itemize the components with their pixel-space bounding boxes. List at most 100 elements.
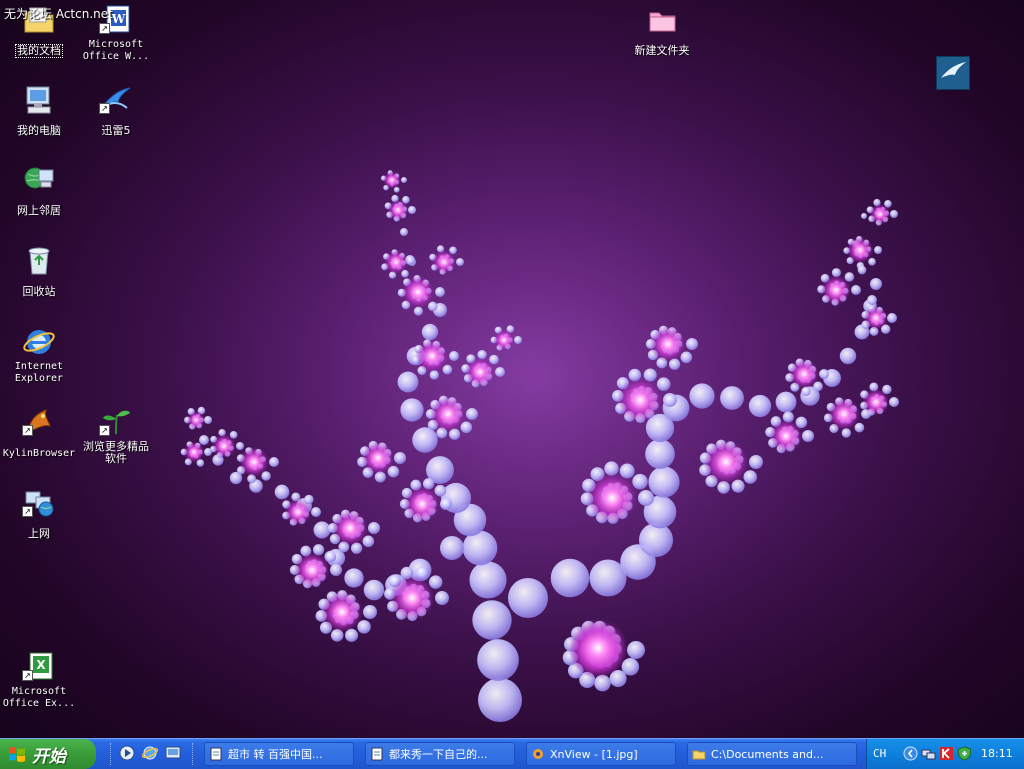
wallpaper-glow <box>387 199 409 221</box>
system-tray: CH 18:11 <box>866 739 1024 769</box>
wallpaper-bead <box>686 338 698 350</box>
desktop-icon-internet-explorer[interactable]: Internet Explorer <box>0 326 78 385</box>
wallpaper-glow <box>361 441 395 475</box>
document-icon <box>371 747 383 761</box>
wallpaper-glow <box>864 306 888 330</box>
wallpaper-bead <box>889 397 899 407</box>
security-shield-icon[interactable] <box>957 746 972 761</box>
wallpaper-bead <box>435 287 445 297</box>
wallpaper-glow <box>821 275 851 305</box>
clock[interactable]: 18:11 <box>981 747 1013 760</box>
wallpaper-bead <box>435 591 449 605</box>
show-desktop-icon[interactable] <box>164 744 182 762</box>
desktop-icon-label: 上网 <box>28 527 50 540</box>
wallpaper-bead <box>472 600 512 640</box>
desktop-icon-xunlei[interactable]: ↗ 迅雷5 <box>77 84 155 138</box>
wallpaper-glow <box>586 472 638 524</box>
wallpaper-bead <box>749 455 763 469</box>
wallpaper-bead <box>311 507 321 517</box>
wallpaper-glow <box>432 250 456 274</box>
taskbar-separator <box>110 743 113 765</box>
wallpaper-glow <box>650 326 686 362</box>
wallpaper-bead <box>638 522 674 558</box>
wallpaper-bead <box>408 206 416 214</box>
desktop-icon-my-computer[interactable]: 我的电脑 <box>0 84 78 138</box>
wallpaper-bead <box>495 367 505 377</box>
desktop-icon-network[interactable]: 网上邻居 <box>0 164 78 218</box>
wallpaper-bead <box>401 177 407 183</box>
wallpaper-bead <box>456 258 464 266</box>
desktop-icon-go-online[interactable]: ↗ 上网 <box>0 487 78 541</box>
wallpaper-glow <box>183 441 205 463</box>
taskbar-button-task-3[interactable]: XnView - [1.jpg] <box>526 742 676 766</box>
wallpaper-glow <box>384 250 408 274</box>
start-button[interactable]: 开始 <box>0 739 96 769</box>
wallpaper-bead <box>508 578 548 618</box>
network-connection-icon[interactable] <box>921 746 936 761</box>
floating-xunlei-widget[interactable] <box>936 56 970 90</box>
desktop-icon-label: 浏览更多精品软件 <box>83 440 149 465</box>
wallpaper-bead <box>720 386 744 410</box>
wallpaper-bead <box>449 351 459 361</box>
wallpaper-glow <box>846 236 874 264</box>
desktop-icon-office-excel[interactable]: X ↗ Microsoft Office Ex... <box>0 651 78 710</box>
internet-explorer-icon[interactable] <box>141 744 159 762</box>
internet-explorer-icon <box>23 330 55 354</box>
wallpaper-bead <box>627 641 645 659</box>
desktop-icon-recycle-bin[interactable]: 回收站 <box>0 245 78 299</box>
wallpaper-glow <box>769 419 803 453</box>
wallpaper-glow <box>401 275 435 309</box>
taskbar: 开始 超市 转 百强中国... 都来秀一下自己的... XnView - [1.… <box>0 738 1024 769</box>
wallpaper-bead <box>204 416 212 424</box>
language-indicator[interactable]: CH <box>873 747 886 760</box>
xnview-icon <box>533 749 543 759</box>
document-icon <box>210 747 222 761</box>
desktop-icon-browse-software[interactable]: ↗ 浏览更多精品软件 <box>77 406 155 466</box>
wallpaper-bead <box>689 383 715 409</box>
wallpaper-glow <box>212 434 236 458</box>
wallpaper-glow <box>294 552 330 588</box>
wallpaper-glow <box>465 357 495 387</box>
show-hidden-icons-icon[interactable] <box>903 746 918 761</box>
wallpaper-bead <box>440 498 452 510</box>
taskbar-button-task-2[interactable]: 都来秀一下自己的... <box>365 742 515 766</box>
taskbar-button-task-4[interactable]: C:\Documents and... <box>687 742 857 766</box>
start-label: 开始 <box>32 746 66 767</box>
wallpaper-glow <box>827 397 861 431</box>
shortcut-arrow-icon: ↗ <box>99 425 110 436</box>
wallpaper-bead <box>330 564 342 576</box>
wallpaper-bead <box>400 398 424 422</box>
pink-folder-icon <box>649 12 676 32</box>
desktop-icon-kylinbrowser[interactable]: ↗ KylinBrowser <box>0 406 78 460</box>
watermark-text: 无为论坛 Actcn.net <box>4 7 113 21</box>
desktop-icon-label: Microsoft Office W... <box>82 39 150 62</box>
wallpaper-bead <box>440 536 464 560</box>
recycle-bin-icon <box>28 247 50 275</box>
wallpaper-bead <box>802 430 814 442</box>
wallpaper-bead <box>466 408 478 420</box>
task-label: 都来秀一下自己的... <box>389 748 488 761</box>
taskbar-button-task-1[interactable]: 超市 转 百强中国... <box>204 742 354 766</box>
wallpaper-bead <box>663 393 677 407</box>
wallpaper-bead <box>514 336 522 344</box>
wallpaper-glow <box>321 591 363 633</box>
network-icon <box>24 167 54 189</box>
folder-icon <box>692 750 706 760</box>
wallpaper-bead <box>344 568 364 588</box>
desktop-icon-label: 我的文档 <box>15 44 63 58</box>
antivirus-k-icon[interactable] <box>939 746 954 761</box>
desktop-icon-label: Internet Explorer <box>14 361 64 384</box>
wallpaper-bead <box>478 678 522 722</box>
wallpaper-bead <box>204 448 212 456</box>
desktop-icon-new-folder[interactable]: 新建文件夹 <box>623 4 701 58</box>
desktop-icon-label: 网上邻居 <box>17 204 61 217</box>
wallpaper-bead <box>397 371 419 393</box>
shortcut-arrow-icon: ↗ <box>22 670 33 681</box>
shortcut-arrow-icon: ↗ <box>22 506 33 517</box>
task-label: C:\Documents and... <box>711 747 824 761</box>
media-player-icon[interactable] <box>118 744 136 762</box>
wallpaper-glow <box>617 377 663 423</box>
shortcut-arrow-icon: ↗ <box>99 23 110 34</box>
windows-flag-icon <box>9 747 25 762</box>
wallpaper-bead <box>874 246 882 254</box>
